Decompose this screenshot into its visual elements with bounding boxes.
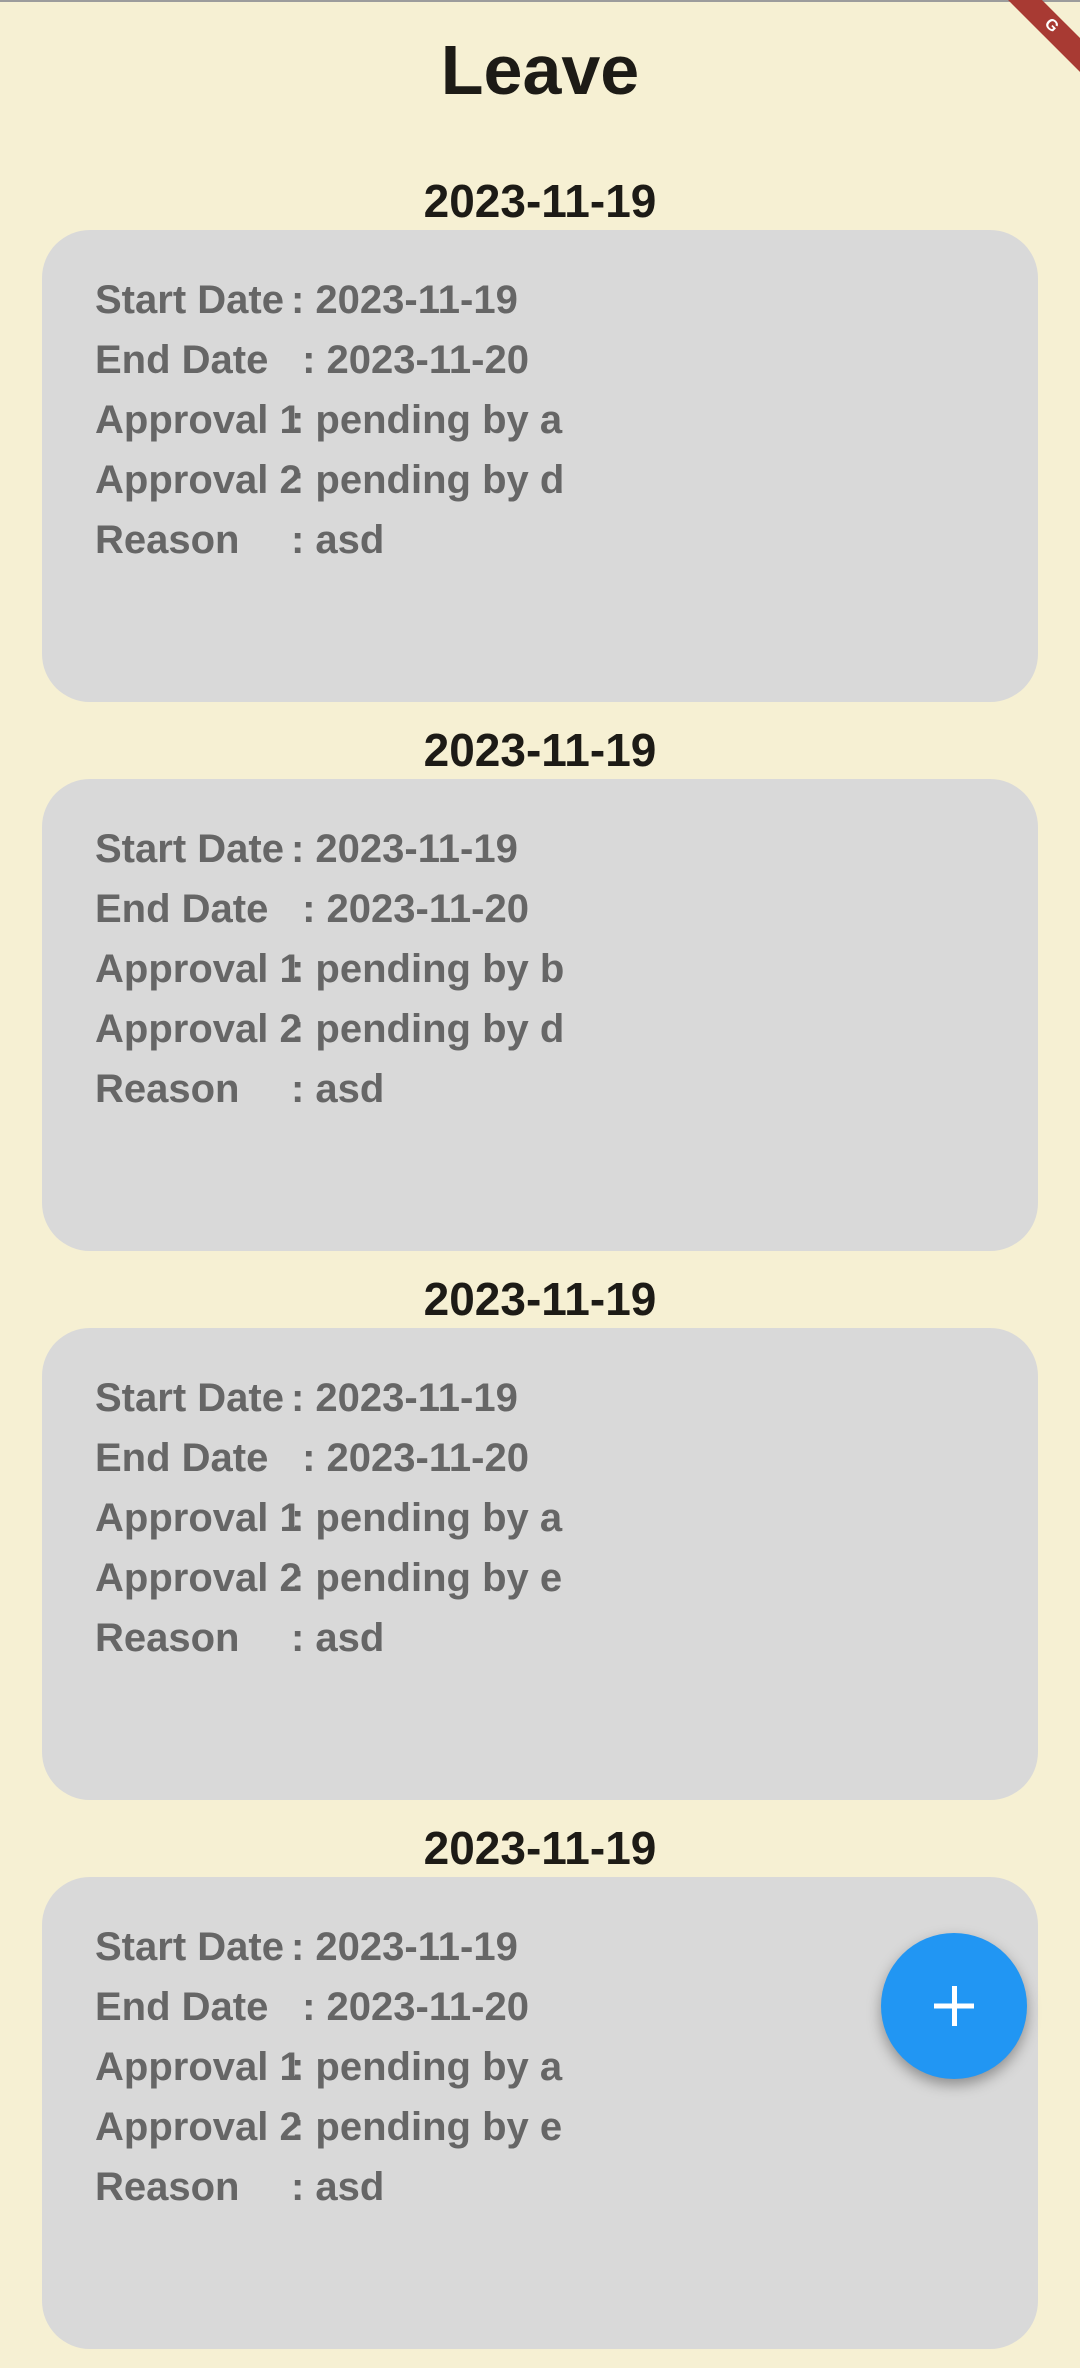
row-value: : 2023-11-19 — [291, 1376, 518, 1420]
row-label: Approval 1 — [95, 947, 302, 991]
row-value: : pending by d — [291, 458, 565, 502]
row-label: End Date — [95, 1436, 269, 1480]
row-label: Start Date — [95, 827, 284, 871]
plus-icon — [932, 1984, 976, 2028]
row-label: End Date — [95, 338, 269, 382]
top-divider — [0, 0, 1080, 2]
row-value: : 2023-11-19 — [291, 827, 518, 871]
row-value: : asd — [291, 518, 385, 562]
reason-row: Reason : asd — [95, 1608, 1038, 1668]
row-label: Approval 1 — [95, 398, 302, 442]
row-label: Approval 2 — [95, 2105, 302, 2149]
approval-2-row: Approval 2: pending by e — [95, 1548, 1038, 1608]
start-date-row: Start Date: 2023-11-19 — [95, 270, 1038, 330]
row-value: : pending by e — [291, 1556, 563, 1600]
start-date-row: Start Date: 2023-11-19 — [95, 1368, 1038, 1428]
row-label: Start Date — [95, 1376, 284, 1420]
approval-1-row: Approval 1: pending by a — [95, 390, 1038, 450]
row-label: Approval 2 — [95, 1007, 302, 1051]
leave-date-heading: 2023-11-19 — [423, 724, 657, 776]
row-label: Start Date — [95, 278, 284, 322]
leave-card[interactable]: Start Date: 2023-11-19 End Date : 2023-1… — [42, 779, 1038, 1251]
row-value: : pending by d — [291, 1007, 565, 1051]
row-label: Approval 1 — [95, 2045, 302, 2089]
approval-2-row: Approval 2: pending by d — [95, 999, 1038, 1059]
row-label: End Date — [95, 1985, 269, 2029]
reason-row: Reason : asd — [95, 2157, 1038, 2217]
page-title: Leave — [440, 31, 640, 109]
row-value: : pending by b — [291, 947, 565, 991]
row-value: : asd — [291, 1067, 385, 1111]
row-value: : 2023-11-20 — [291, 338, 529, 382]
leave-entry: 2023-11-19 Start Date: 2023-11-19 End Da… — [0, 172, 1080, 721]
row-label: Approval 2 — [95, 1556, 302, 1600]
leave-entry: 2023-11-19 Start Date: 2023-11-19 End Da… — [0, 721, 1080, 1270]
row-label: Approval 1 — [95, 1496, 302, 1540]
row-label: End Date — [95, 887, 269, 931]
row-label: Reason — [95, 1067, 240, 1111]
row-value: : 2023-11-19 — [291, 1925, 518, 1969]
row-label: Approval 2 — [95, 458, 302, 502]
approval-1-row: Approval 1: pending by b — [95, 939, 1038, 999]
row-value: : asd — [291, 2165, 385, 2209]
approval-1-row: Approval 1: pending by a — [95, 1488, 1038, 1548]
reason-row: Reason : asd — [95, 1059, 1038, 1119]
leave-date-heading: 2023-11-19 — [423, 1822, 657, 1874]
row-value: : pending by e — [291, 2105, 563, 2149]
leave-card[interactable]: Start Date: 2023-11-19 End Date : 2023-1… — [42, 230, 1038, 702]
row-value: : asd — [291, 1616, 385, 1660]
reason-row: Reason : asd — [95, 510, 1038, 570]
leave-card[interactable]: Start Date: 2023-11-19 End Date : 2023-1… — [42, 1877, 1038, 2349]
row-value: : 2023-11-20 — [291, 1985, 529, 2029]
row-value: : pending by a — [291, 1496, 563, 1540]
leave-entry: 2023-11-19 Start Date: 2023-11-19 End Da… — [0, 1819, 1080, 2368]
leave-date-heading: 2023-11-19 — [423, 175, 657, 227]
row-value: : 2023-11-20 — [291, 1436, 529, 1480]
row-value: : 2023-11-20 — [291, 887, 529, 931]
row-label: Reason — [95, 1616, 240, 1660]
approval-2-row: Approval 2: pending by e — [95, 2097, 1038, 2157]
end-date-row: End Date : 2023-11-20 — [95, 879, 1038, 939]
row-label: Reason — [95, 518, 240, 562]
end-date-row: End Date : 2023-11-20 — [95, 330, 1038, 390]
row-value: : 2023-11-19 — [291, 278, 518, 322]
leave-card[interactable]: Start Date: 2023-11-19 End Date : 2023-1… — [42, 1328, 1038, 1800]
approval-2-row: Approval 2: pending by d — [95, 450, 1038, 510]
row-label: Reason — [95, 2165, 240, 2209]
row-label: Start Date — [95, 1925, 284, 1969]
start-date-row: Start Date: 2023-11-19 — [95, 819, 1038, 879]
add-leave-button[interactable] — [881, 1933, 1027, 2079]
leave-date-heading: 2023-11-19 — [423, 1273, 657, 1325]
row-value: : pending by a — [291, 2045, 563, 2089]
end-date-row: End Date : 2023-11-20 — [95, 1428, 1038, 1488]
leave-entry: 2023-11-19 Start Date: 2023-11-19 End Da… — [0, 1270, 1080, 1819]
row-value: : pending by a — [291, 398, 563, 442]
